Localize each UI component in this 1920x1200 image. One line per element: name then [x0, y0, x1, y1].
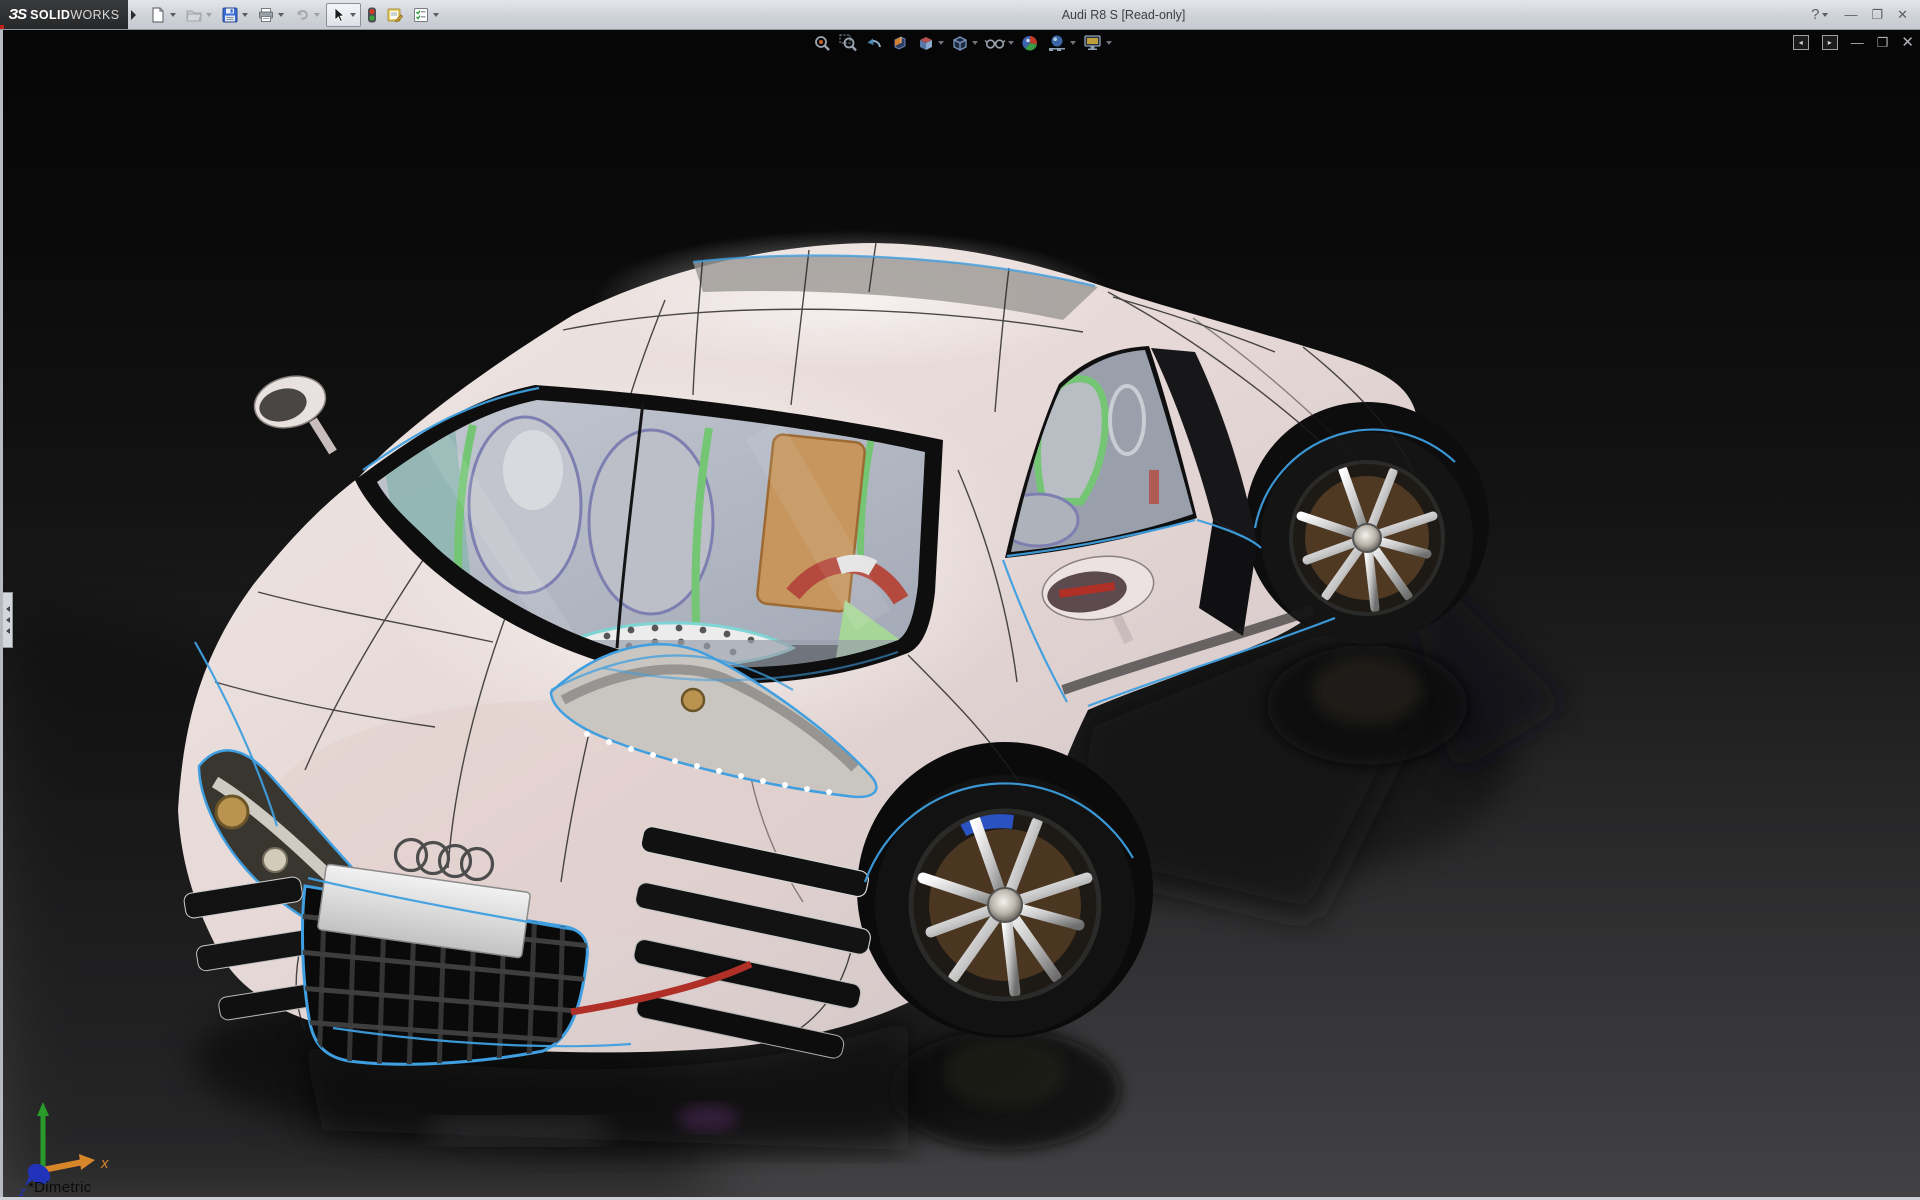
section-view-icon — [890, 33, 910, 53]
graphics-viewport[interactable]: ◂ ▸ — ❐ ✕ — [0, 29, 1920, 1200]
view-orientation-label: *Dimetric — [28, 1179, 92, 1196]
app-title-bar: ЗS SOLIDWORKS — [0, 0, 1920, 30]
help-button[interactable]: ? — [1811, 7, 1830, 22]
view-orientation-button[interactable] — [916, 33, 944, 53]
dropdown-caret[interactable] — [206, 13, 212, 17]
collapse-arrow-icon — [6, 606, 10, 612]
doc-minimize-button[interactable]: — — [1851, 36, 1864, 49]
display-style-button[interactable] — [950, 33, 978, 53]
save-icon — [221, 6, 239, 24]
hide-show-items-icon — [984, 33, 1006, 53]
dropdown-caret[interactable] — [278, 13, 284, 17]
edit-appearance-button[interactable] — [1020, 33, 1040, 53]
collapse-left-pane-button[interactable]: ◂ — [1793, 35, 1809, 50]
dropdown-caret[interactable] — [938, 41, 944, 45]
solidworks-logo: ЗS SOLIDWORKS — [0, 0, 128, 29]
expand-right-pane-button[interactable]: ▸ — [1822, 35, 1838, 50]
dropdown-caret[interactable] — [242, 13, 248, 17]
view-settings-icon — [1082, 33, 1104, 53]
file-properties-icon — [386, 6, 405, 24]
standard-toolbar — [146, 3, 444, 27]
open-button[interactable] — [182, 3, 217, 27]
dropdown-caret[interactable] — [433, 13, 439, 17]
close-button[interactable]: ✕ — [1897, 8, 1908, 21]
rebuild-button[interactable] — [362, 3, 382, 27]
menu-flyout-arrow-icon[interactable] — [131, 10, 136, 20]
options-icon — [412, 6, 430, 24]
left-mirror — [249, 369, 333, 452]
heads-up-view-toolbar — [812, 33, 1112, 53]
new-document-button[interactable] — [146, 3, 181, 27]
dropdown-caret[interactable] — [350, 13, 356, 17]
zoom-to-area-button[interactable] — [838, 33, 858, 53]
apply-scene-icon — [1046, 33, 1068, 53]
doc-close-button[interactable]: ✕ — [1901, 35, 1914, 50]
collapse-arrow-icon — [6, 628, 10, 634]
logo-red-accent — [0, 25, 4, 29]
view-settings-button[interactable] — [1082, 33, 1112, 53]
document-title: Audi R8 S [Read-only] — [444, 8, 1803, 22]
previous-view-button[interactable] — [864, 33, 884, 53]
dropdown-caret[interactable] — [972, 41, 978, 45]
dassault-3ds-logo-icon: ЗS — [8, 6, 26, 23]
view-orientation-icon — [916, 33, 936, 53]
collapse-arrow-icon — [6, 617, 10, 623]
file-properties-button[interactable] — [383, 3, 408, 27]
model-3d-scene[interactable]: x z — [3, 29, 1920, 1200]
hide-show-items-button[interactable] — [984, 33, 1014, 53]
undo-icon — [293, 6, 311, 24]
feature-manager-collapsed-tab[interactable] — [3, 592, 13, 648]
rebuild-icon — [365, 6, 379, 24]
doc-restore-button[interactable]: ❐ — [1877, 36, 1889, 49]
minimize-button[interactable]: — — [1844, 8, 1857, 21]
undo-button[interactable] — [290, 3, 325, 27]
select-button[interactable] — [326, 3, 361, 27]
dropdown-caret[interactable] — [1822, 13, 1828, 17]
options-button[interactable] — [409, 3, 444, 27]
help-icon: ? — [1811, 7, 1819, 22]
apply-scene-button[interactable] — [1046, 33, 1076, 53]
select-cursor-icon — [329, 6, 347, 24]
dropdown-caret[interactable] — [1008, 41, 1014, 45]
dropdown-caret[interactable] — [170, 13, 176, 17]
zoom-to-fit-icon — [812, 33, 832, 53]
save-button[interactable] — [218, 3, 253, 27]
dropdown-caret[interactable] — [1106, 41, 1112, 45]
dropdown-caret[interactable] — [1070, 41, 1076, 45]
x-axis-label: x — [100, 1155, 109, 1172]
dropdown-caret[interactable] — [314, 13, 320, 17]
app-window-controls: ? — ❐ ✕ — [1811, 7, 1908, 22]
document-window-controls: ◂ ▸ — ❐ ✕ — [1793, 35, 1914, 50]
zoom-to-fit-button[interactable] — [812, 33, 832, 53]
new-document-icon — [149, 6, 167, 24]
restore-button[interactable]: ❐ — [1871, 8, 1883, 21]
edit-appearance-icon — [1020, 33, 1040, 53]
open-icon — [185, 6, 203, 24]
print-icon — [257, 6, 275, 24]
print-button[interactable] — [254, 3, 289, 27]
section-view-button[interactable] — [890, 33, 910, 53]
zoom-to-area-icon — [838, 33, 858, 53]
previous-view-icon — [864, 33, 884, 53]
display-style-icon — [950, 33, 970, 53]
